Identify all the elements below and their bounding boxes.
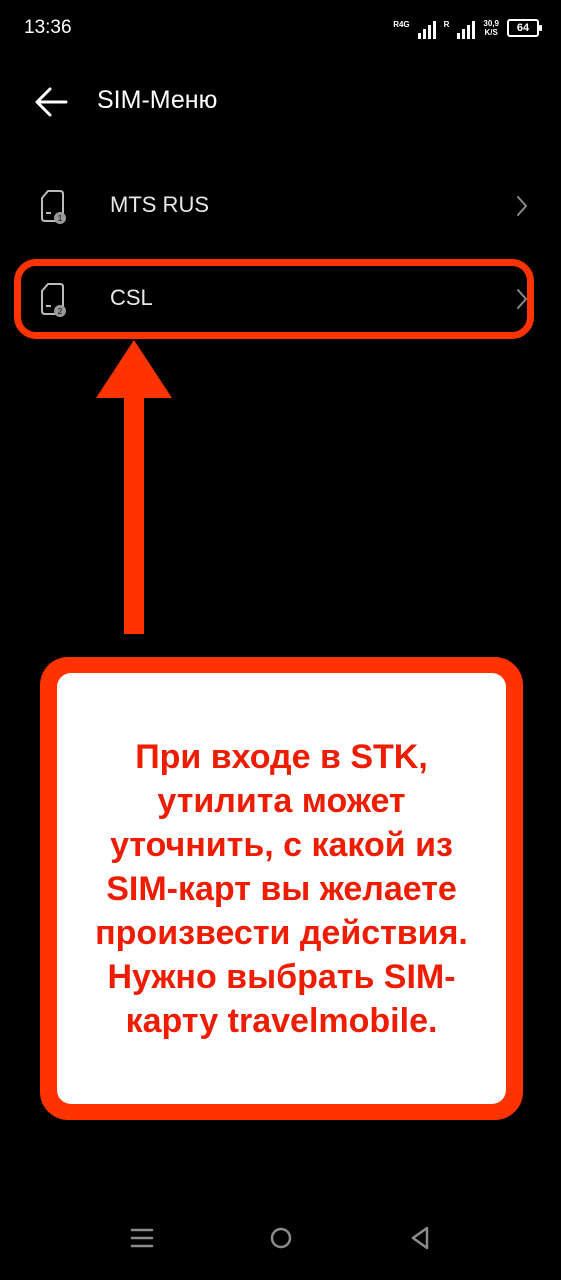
network-speed: 30,9 K/S [483,19,499,37]
status-icons: R4G R 30,9 K/S 64 [393,17,542,39]
network-speed-value: 30,9 [483,19,499,28]
navigation-bar [0,1200,561,1280]
status-time: 13:36 [24,17,72,38]
network-speed-unit: K/S [484,28,498,37]
highlight-box [14,259,534,339]
sim2-signal-icon [457,21,476,39]
sim-list-item-mts-rus[interactable]: 1 MTS RUS [0,170,561,242]
arrow-left-icon [35,87,68,117]
back-triangle-icon [411,1226,429,1250]
recent-apps-button[interactable] [122,1218,162,1258]
menu-icon [130,1228,154,1248]
page-title: SIM-Меню [97,86,218,114]
home-button[interactable] [261,1218,301,1258]
sim1-signal-icon [417,21,436,39]
home-icon [270,1227,292,1249]
system-back-button[interactable] [400,1218,440,1258]
sim2-network-label: R [443,20,450,29]
annotation-callout: При входе в STK, утилита может уточнить,… [40,657,523,1120]
sim1-network-label: R4G [393,20,410,29]
sim-card-icon: 1 [41,190,66,224]
chevron-right-icon [517,196,528,216]
sim-list-item-label: MTS RUS [110,192,209,217]
annotation-callout-body: При входе в STK, утилита может уточнить,… [57,673,506,1104]
back-button[interactable] [30,82,74,122]
arrow-up-icon [96,340,172,634]
annotation-text: При входе в STK, утилита может уточнить,… [95,737,468,1040]
status-bar: 13:36 R4G R 30,9 K/S 64 [0,0,561,60]
app-bar: SIM-Меню [0,72,561,132]
sim-slot-number: 1 [58,214,63,223]
battery-icon: 64 [507,19,542,37]
